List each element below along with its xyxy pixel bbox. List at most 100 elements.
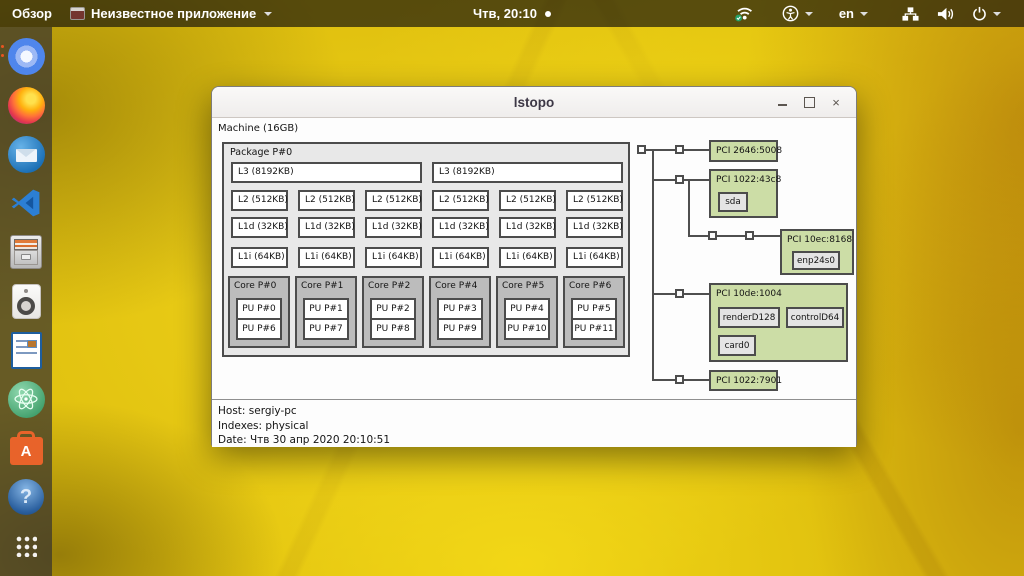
pci-bridge-connector <box>675 289 684 298</box>
l2-cache-box: L2 (512KB) <box>298 190 355 211</box>
core-label: Core P#4 <box>435 281 477 291</box>
pci-bridge-connector <box>675 375 684 384</box>
dock-item-writer[interactable] <box>6 330 46 370</box>
l1i-cache-box: L1i (64KB) <box>231 247 288 268</box>
dock-item-file-cabinet[interactable] <box>6 232 46 272</box>
chevron-down-icon <box>860 12 868 16</box>
window-title: lstopo <box>514 95 555 110</box>
dock-item-thunderbird[interactable] <box>6 134 46 174</box>
file-cabinet-icon <box>10 235 42 269</box>
pu-box: PU P#0 <box>236 298 282 320</box>
l1d-cache-box: L1d (32KB) <box>566 217 623 238</box>
core-box: Core P#1 PU P#1PU P#7 <box>295 276 357 348</box>
core-box: Core P#2 PU P#2PU P#8 <box>362 276 424 348</box>
chromium-icon <box>8 38 45 75</box>
keyboard-layout-menu[interactable]: en <box>830 0 877 27</box>
clock-label: Чтв, 20:10 <box>473 6 537 21</box>
clock-button[interactable]: Чтв, 20:10 <box>463 0 561 27</box>
pu-box: PU P#1 <box>303 298 349 320</box>
pci-connector-line <box>688 235 780 237</box>
firefox-icon <box>8 87 45 124</box>
l1i-cache-box: L1i (64KB) <box>365 247 422 268</box>
notification-dot-icon <box>545 11 551 17</box>
ubuntu-software-icon: A <box>10 437 43 465</box>
ethernet-icon <box>902 6 919 22</box>
window-titlebar[interactable]: lstopo × <box>212 87 856 118</box>
chevron-down-icon <box>993 12 1001 16</box>
dock-item-help[interactable]: ? <box>6 477 46 517</box>
l3-cache-box: L3 (8192KB) <box>432 162 623 183</box>
pci-bridge-connector <box>675 145 684 154</box>
l1d-cache-box: L1d (32KB) <box>298 217 355 238</box>
app-window-icon <box>70 7 85 20</box>
pu-box: PU P#9 <box>437 318 483 340</box>
chevron-down-icon <box>264 12 272 16</box>
core-label: Core P#2 <box>368 281 410 291</box>
speaker-box-icon <box>12 284 41 319</box>
activities-button[interactable]: Обзор <box>0 0 64 27</box>
lstopo-canvas: Machine (16GB) Package P#0 L3 (8192KB) L… <box>212 118 856 447</box>
l1i-cache-box: L1i (64KB) <box>566 247 623 268</box>
core-box: Core P#6 PU P#5PU P#11 <box>563 276 625 348</box>
minimize-button[interactable] <box>770 90 794 114</box>
app-menu-button[interactable]: Неизвестное приложение <box>64 0 284 27</box>
show-applications-icon <box>15 535 37 557</box>
core-label: Core P#1 <box>301 281 343 291</box>
dock-item-software[interactable]: A <box>6 428 46 468</box>
pu-box: PU P#6 <box>236 318 282 340</box>
volume-icon <box>937 6 954 22</box>
software-letter: A <box>21 443 32 460</box>
pu-box: PU P#7 <box>303 318 349 340</box>
power-menu[interactable] <box>963 0 1010 27</box>
l2-cache-box: L2 (512KB) <box>231 190 288 211</box>
l1d-cache-box: L1d (32KB) <box>231 217 288 238</box>
pu-box: PU P#5 <box>571 298 617 320</box>
os-device-box: card0 <box>718 335 756 356</box>
package-box: Package P#0 L3 (8192KB) L3 (8192KB) L2 (… <box>222 142 630 357</box>
pu-box: PU P#8 <box>370 318 416 340</box>
l1i-cache-box: L1i (64KB) <box>499 247 556 268</box>
pci-device-box: PCI 2646:5008 <box>709 140 778 162</box>
atom-icon <box>8 381 45 418</box>
dock-item-show-applications[interactable] <box>6 526 46 566</box>
pci-device-box: PCI 1022:7901 <box>709 370 778 391</box>
power-icon <box>972 6 987 21</box>
minimize-icon <box>778 104 787 106</box>
dock-item-speaker[interactable] <box>6 281 46 321</box>
pci-device-box: PCI 10ec:8168 enp24s0 <box>780 229 854 275</box>
top-bar: Обзор Неизвестное приложение Чтв, 20:10 <box>0 0 1024 27</box>
dock-item-vscode[interactable] <box>6 183 46 223</box>
l1d-cache-box: L1d (32KB) <box>499 217 556 238</box>
pu-box: PU P#11 <box>571 318 617 340</box>
core-box: Core P#0 PU P#0PU P#6 <box>228 276 290 348</box>
dock-item-firefox[interactable] <box>6 85 46 125</box>
libreoffice-writer-icon <box>11 332 42 369</box>
accessibility-icon <box>782 5 799 22</box>
core-label: Core P#5 <box>502 281 544 291</box>
pci-device-label: PCI 10de:1004 <box>716 289 782 299</box>
l2-cache-box: L2 (512KB) <box>566 190 623 211</box>
pci-bridge-connector <box>675 175 684 184</box>
close-button[interactable]: × <box>824 90 848 114</box>
vscode-icon <box>9 186 43 220</box>
accessibility-menu[interactable] <box>773 0 822 27</box>
pci-bridge-connector <box>708 231 717 240</box>
pci-device-label: PCI 2646:5008 <box>716 146 782 156</box>
keyboard-layout-label: en <box>839 6 854 21</box>
chevron-down-icon <box>805 12 813 16</box>
machine-label: Machine (16GB) <box>218 123 298 134</box>
maximize-icon <box>804 97 815 108</box>
maximize-button[interactable] <box>797 90 821 114</box>
pci-device-label: PCI 10ec:8168 <box>787 235 852 245</box>
core-label: Core P#0 <box>234 281 276 291</box>
volume-indicator[interactable] <box>928 0 963 27</box>
core-box: Core P#5 PU P#4PU P#10 <box>496 276 558 348</box>
dock-item-atom[interactable] <box>6 379 46 419</box>
l1i-cache-box: L1i (64KB) <box>298 247 355 268</box>
dock-item-chromium[interactable] <box>6 36 46 76</box>
pci-device-label: PCI 1022:43c8 <box>716 175 781 185</box>
host-label: Host: sergiy-pc <box>218 405 297 417</box>
network-wifi-indicator[interactable] <box>726 0 763 27</box>
help-icon: ? <box>8 479 44 515</box>
wired-network-indicator[interactable] <box>893 0 928 27</box>
